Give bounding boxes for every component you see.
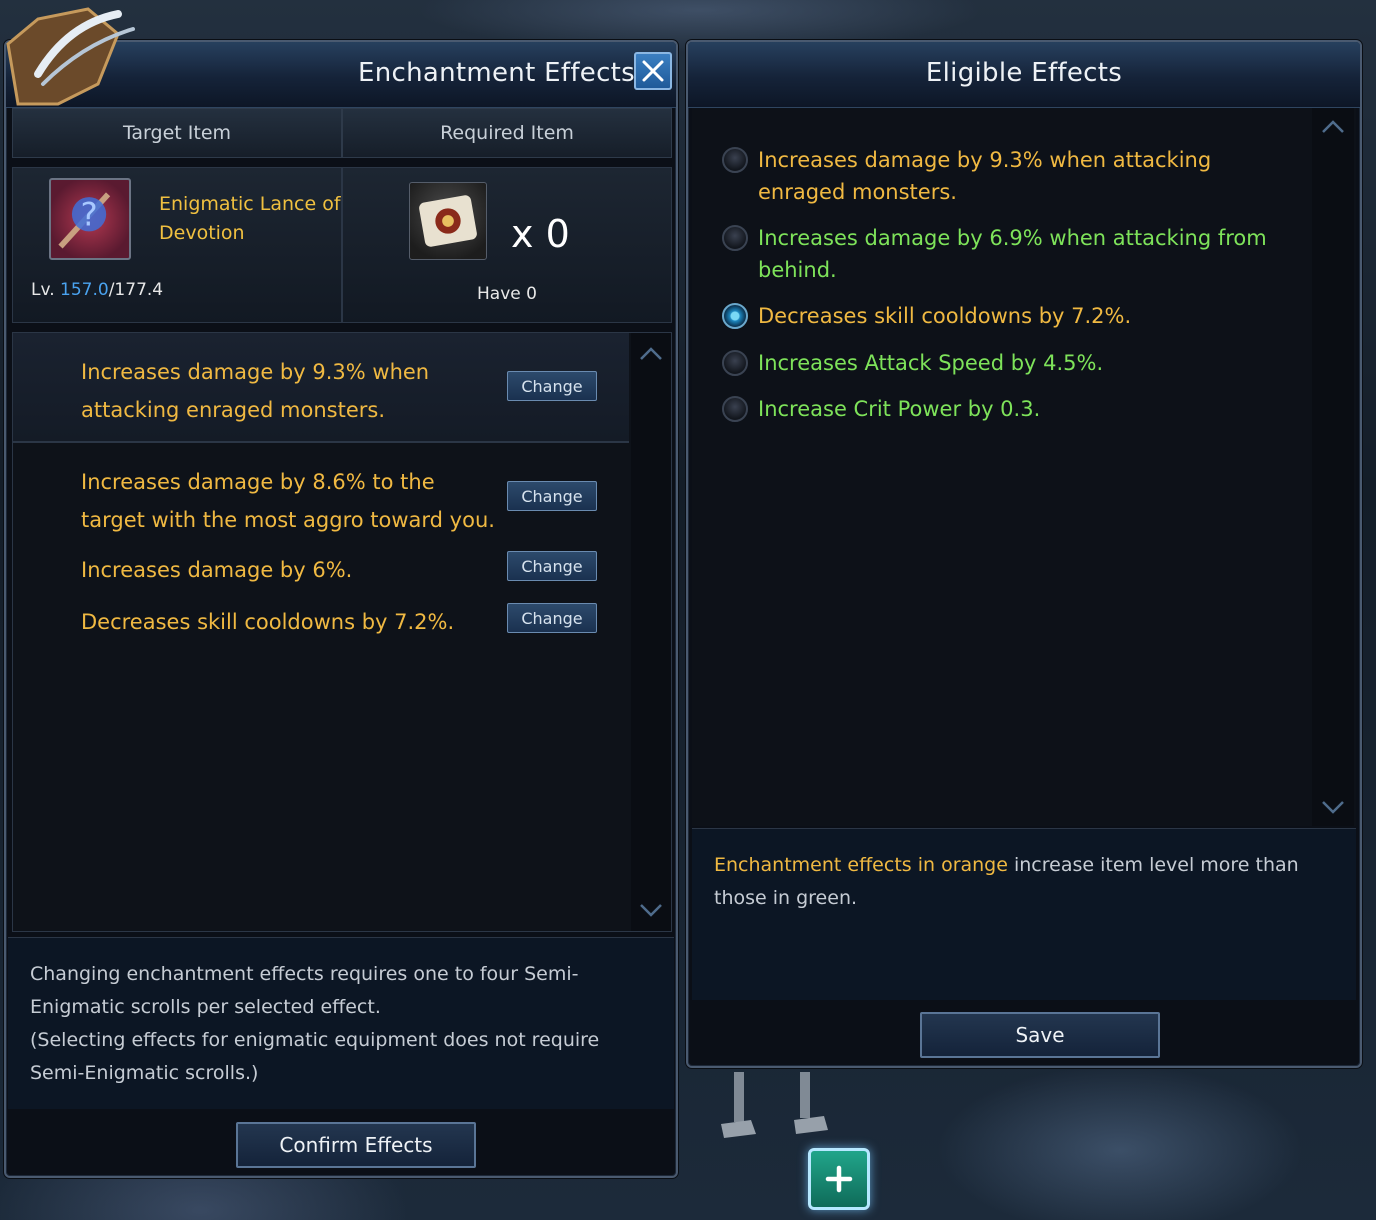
change-button-4[interactable]: Change bbox=[507, 603, 597, 633]
panel-title: Enchantment Effects bbox=[358, 58, 636, 88]
radio-button-selected[interactable] bbox=[722, 303, 748, 329]
radio-button[interactable] bbox=[722, 225, 748, 251]
chevron-down-icon[interactable] bbox=[639, 903, 663, 919]
eligible-effects-panel: Eligible Effects Increases damage by 9.3… bbox=[686, 40, 1362, 1068]
target-item-header: Target Item bbox=[12, 108, 342, 158]
hint-highlight: Enchantment effects in orange bbox=[714, 854, 1008, 876]
radio-button[interactable] bbox=[722, 147, 748, 173]
enchantment-effects-panel: Enchantment Effects Target Item Required… bbox=[4, 7, 678, 1178]
info-text-2: (Selecting effects for enigmatic equipme… bbox=[30, 1029, 600, 1084]
chevron-up-icon[interactable] bbox=[1321, 118, 1345, 134]
level-prefix: Lv. bbox=[31, 280, 55, 300]
eligible-effects-list: Increases damage by 9.3% when attacking … bbox=[692, 108, 1356, 826]
info-text-1: Changing enchantment effects requires on… bbox=[30, 963, 579, 1018]
change-button-2[interactable]: Change bbox=[507, 481, 597, 511]
panel-title: Eligible Effects bbox=[925, 58, 1123, 88]
required-item-have: Have 0 bbox=[477, 284, 537, 304]
option-label: Increases Attack Speed by 4.5%. bbox=[758, 351, 1104, 375]
current-effects-list: Increases damage by 9.3% when attacking … bbox=[12, 332, 672, 932]
item-row: ? Enigmatic Lance of Devotion Lv. 157.0/… bbox=[12, 167, 672, 323]
panel-emblem-icon bbox=[6, 7, 135, 106]
option-label: Increases damage by 9.3% when attacking … bbox=[758, 148, 1212, 204]
mystery-weapon-icon[interactable]: ? bbox=[49, 178, 131, 260]
save-button[interactable]: Save bbox=[920, 1012, 1160, 1058]
option-label: Increases damage by 6.9% when attacking … bbox=[758, 226, 1267, 282]
required-item-count: x 0 bbox=[511, 212, 570, 256]
effect-text-2: Increases damage by 8.6% to the target w… bbox=[81, 470, 495, 532]
option-label: Increase Crit Power by 0.3. bbox=[758, 397, 1041, 421]
target-item-level: Lv. 157.0/177.4 bbox=[31, 280, 163, 300]
target-item-name: Enigmatic Lance of Devotion bbox=[159, 193, 341, 244]
target-item-cell[interactable]: ? Enigmatic Lance of Devotion Lv. 157.0/… bbox=[12, 167, 342, 323]
effect-text-3: Increases damage by 6%. bbox=[81, 558, 353, 582]
info-box: Changing enchantment effects requires on… bbox=[8, 937, 674, 1109]
confirm-effects-button[interactable]: Confirm Effects bbox=[236, 1122, 476, 1168]
chevron-down-icon[interactable] bbox=[1321, 800, 1345, 816]
plus-icon bbox=[825, 1165, 853, 1193]
effect-text-1: Increases damage by 9.3% when attacking … bbox=[81, 360, 430, 422]
close-icon bbox=[642, 60, 664, 82]
effect-text-4: Decreases skill cooldowns by 7.2%. bbox=[81, 610, 455, 634]
chevron-up-icon[interactable] bbox=[639, 345, 663, 361]
eligible-scrollbar[interactable] bbox=[1312, 108, 1354, 826]
svg-text:?: ? bbox=[80, 196, 97, 234]
add-button[interactable] bbox=[808, 1148, 870, 1210]
scroll-icon[interactable] bbox=[409, 182, 487, 260]
hint-text: Enchantment effects in orange increase i… bbox=[714, 849, 1334, 915]
level-max: /177.4 bbox=[108, 280, 164, 300]
column-headers: Target Item Required Item bbox=[12, 108, 672, 158]
required-item-header: Required Item bbox=[342, 108, 672, 158]
close-button[interactable] bbox=[634, 52, 672, 90]
option-label: Decreases skill cooldowns by 7.2%. bbox=[758, 304, 1132, 328]
effects-scrollbar[interactable] bbox=[631, 333, 671, 931]
change-button-3[interactable]: Change bbox=[507, 551, 597, 581]
radio-button[interactable] bbox=[722, 396, 748, 422]
required-item-cell[interactable]: x 0 Have 0 bbox=[342, 167, 672, 323]
background-character-legs bbox=[721, 1072, 828, 1138]
hint-box: Enchantment effects in orange increase i… bbox=[692, 828, 1356, 1000]
radio-button[interactable] bbox=[722, 350, 748, 376]
change-button-1[interactable]: Change bbox=[507, 371, 597, 401]
level-current: 157.0 bbox=[60, 280, 109, 300]
